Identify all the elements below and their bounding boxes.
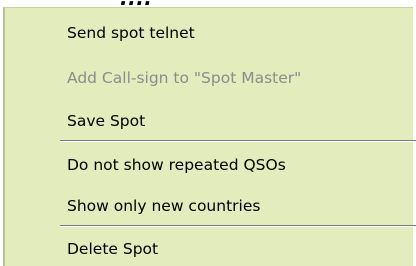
menu-item-do-not-show-repeated-qsos[interactable]: Do not show repeated QSOs [67,150,286,180]
menu-item-send-spot-telnet[interactable]: Send spot telnet [67,18,195,48]
menu-item-add-callsign-spot-master: Add Call-sign to "Spot Master" [67,69,302,87]
menu-item-delete-spot[interactable]: Delete Spot [67,234,158,264]
menu-separator [60,140,416,142]
menu-separator [60,225,416,227]
menu-item-show-only-new-countries[interactable]: Show only new countries [67,191,260,221]
context-menu: Send spot telnet Add Call-sign to "Spot … [3,7,416,266]
menu-item-save-spot[interactable]: Save Spot [67,106,145,136]
